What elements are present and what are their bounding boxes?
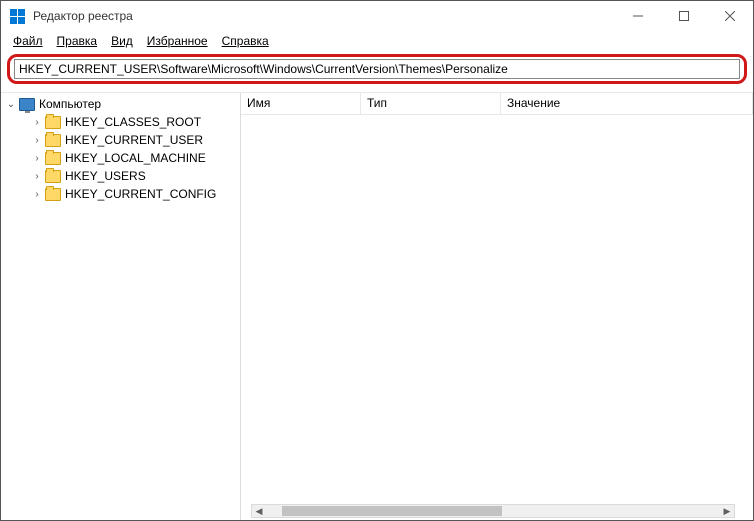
- folder-icon: [45, 188, 61, 201]
- tree-item-hkcr[interactable]: › HKEY_CLASSES_ROOT: [27, 113, 236, 131]
- tree-item-hkcc[interactable]: › HKEY_CURRENT_CONFIG: [27, 185, 236, 203]
- folder-icon: [45, 152, 61, 165]
- tree-item-hklm[interactable]: › HKEY_LOCAL_MACHINE: [27, 149, 236, 167]
- horizontal-scrollbar[interactable]: ◀ ▶: [251, 504, 735, 518]
- tree-item-label: HKEY_USERS: [65, 169, 146, 183]
- scrollbar-thumb[interactable]: [282, 506, 502, 516]
- minimize-button[interactable]: [615, 1, 661, 31]
- tree-item-hku[interactable]: › HKEY_USERS: [27, 167, 236, 185]
- expand-icon[interactable]: ›: [31, 189, 43, 200]
- expand-icon[interactable]: ›: [31, 135, 43, 146]
- menu-help[interactable]: Справка: [216, 33, 275, 49]
- menu-file[interactable]: Файл: [7, 33, 49, 49]
- maximize-button[interactable]: [661, 1, 707, 31]
- expand-icon[interactable]: ›: [31, 171, 43, 182]
- tree-item-label: HKEY_CLASSES_ROOT: [65, 115, 201, 129]
- collapse-icon[interactable]: ⌄: [5, 99, 17, 110]
- addressbar-highlight: [7, 54, 747, 84]
- menu-edit[interactable]: Правка: [51, 33, 104, 49]
- app-icon: [9, 8, 25, 24]
- expand-icon[interactable]: ›: [31, 153, 43, 164]
- column-type[interactable]: Тип: [361, 93, 501, 114]
- tree-children: › HKEY_CLASSES_ROOT › HKEY_CURRENT_USER …: [5, 113, 236, 203]
- column-headers: Имя Тип Значение: [241, 93, 753, 115]
- close-button[interactable]: [707, 1, 753, 31]
- tree-root-computer[interactable]: ⌄ Компьютер: [5, 95, 236, 113]
- tree-item-label: HKEY_LOCAL_MACHINE: [65, 151, 206, 165]
- column-name[interactable]: Имя: [241, 93, 361, 114]
- menubar: Файл Правка Вид Избранное Справка: [1, 31, 753, 51]
- registry-editor-window: Редактор реестра Файл Правка Вид Избранн…: [0, 0, 754, 521]
- folder-icon: [45, 170, 61, 183]
- menu-view[interactable]: Вид: [105, 33, 139, 49]
- scroll-right-icon[interactable]: ▶: [720, 505, 734, 517]
- folder-icon: [45, 134, 61, 147]
- tree-root-label: Компьютер: [39, 97, 101, 111]
- scroll-left-icon[interactable]: ◀: [252, 505, 266, 517]
- tree-item-label: HKEY_CURRENT_CONFIG: [65, 187, 216, 201]
- address-input[interactable]: [14, 59, 740, 79]
- window-controls: [615, 1, 753, 31]
- titlebar: Редактор реестра: [1, 1, 753, 31]
- values-panel: Имя Тип Значение ◀ ▶: [241, 93, 753, 520]
- expand-icon[interactable]: ›: [31, 117, 43, 128]
- menu-favorites[interactable]: Избранное: [141, 33, 214, 49]
- window-title: Редактор реестра: [33, 9, 615, 23]
- folder-icon: [45, 116, 61, 129]
- tree-item-hkcu[interactable]: › HKEY_CURRENT_USER: [27, 131, 236, 149]
- tree-panel[interactable]: ⌄ Компьютер › HKEY_CLASSES_ROOT › HKEY_C…: [1, 93, 241, 520]
- column-value[interactable]: Значение: [501, 93, 753, 114]
- computer-icon: [19, 98, 35, 111]
- tree-item-label: HKEY_CURRENT_USER: [65, 133, 203, 147]
- values-list[interactable]: ◀ ▶: [241, 115, 753, 520]
- addressbar-container: [1, 51, 753, 92]
- content-area: ⌄ Компьютер › HKEY_CLASSES_ROOT › HKEY_C…: [1, 92, 753, 520]
